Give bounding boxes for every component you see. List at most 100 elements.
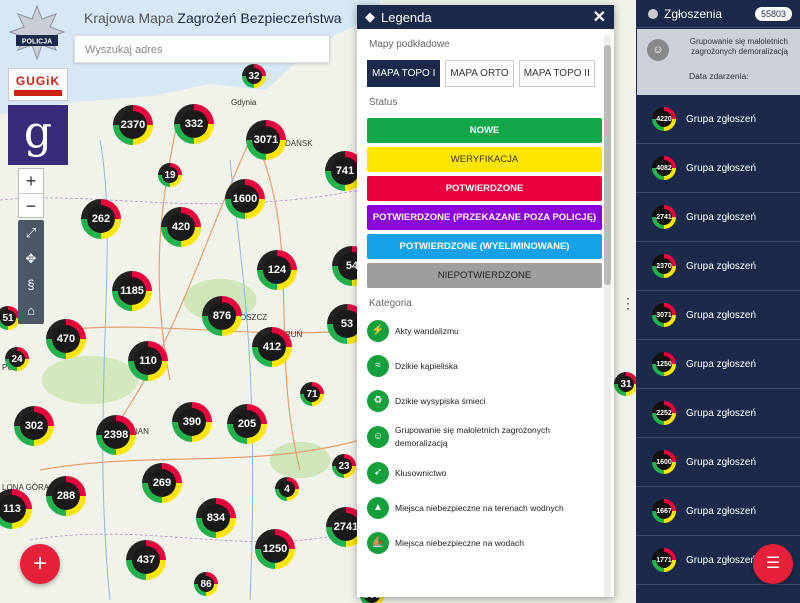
cluster-marker[interactable]: 876: [202, 296, 242, 336]
close-icon[interactable]: ✕: [593, 7, 606, 27]
gugik-logo[interactable]: GUGiK: [8, 68, 68, 101]
cluster-count: 124: [263, 256, 291, 284]
basemap-orto-button[interactable]: MAPA ORTO: [445, 60, 514, 87]
reports-count-badge: 55803: [754, 6, 792, 21]
cluster-marker[interactable]: 31: [614, 372, 638, 396]
cluster-marker[interactable]: 390: [172, 402, 212, 442]
cluster-marker[interactable]: 3071: [246, 120, 286, 160]
category-item[interactable]: ▲ Miejsca niebezpieczne na terenach wodn…: [367, 496, 602, 520]
cluster-badge-count: 2370: [656, 258, 672, 274]
selected-group-card[interactable]: ☺ Grupowanie się małoletnich zagrożonych…: [637, 29, 800, 95]
category-item[interactable]: ≈ Dzikie kąpieliska: [367, 354, 602, 378]
legend-body[interactable]: Mapy podkładowe MAPA TOPO I MAPA ORTO MA…: [357, 29, 614, 597]
category-item[interactable]: ☺ Grupowanie się małoletnich zagrożonych…: [367, 424, 602, 450]
row-label: Grupa zgłoszeń: [686, 505, 757, 517]
cluster-marker[interactable]: 205: [227, 404, 267, 444]
cluster-marker[interactable]: 437: [126, 540, 166, 580]
cluster-badge-icon: 2370: [652, 254, 676, 278]
water-danger-icon: ▲: [367, 497, 389, 519]
report-group-row[interactable]: 3071 Grupa zgłoszeń: [636, 291, 800, 340]
cluster-badge-count: 1250: [656, 356, 672, 372]
pan-icon[interactable]: ✥: [18, 246, 44, 272]
cluster-marker[interactable]: 24: [5, 347, 29, 371]
status-unconfirmed[interactable]: NIEPOTWIERDZONE: [367, 263, 602, 288]
add-report-button[interactable]: +: [20, 544, 60, 584]
cluster-marker[interactable]: 332: [174, 104, 214, 144]
cluster-marker[interactable]: 2370: [113, 105, 153, 145]
cluster-marker[interactable]: 71: [300, 382, 324, 406]
more-options-icon[interactable]: ⋮: [621, 295, 635, 312]
report-group-row[interactable]: 2252 Grupa zgłoszeń: [636, 389, 800, 438]
status-confirmed[interactable]: POTWIERDZONE: [367, 176, 602, 201]
legend-scrollbar[interactable]: [604, 35, 611, 597]
cluster-marker[interactable]: 262: [81, 199, 121, 239]
cluster-marker[interactable]: 834: [196, 498, 236, 538]
cluster-marker[interactable]: 32: [242, 64, 266, 88]
fullscreen-icon[interactable]: ⤢: [18, 220, 44, 246]
status-confirmed-transferred[interactable]: POTWIERDZONE (PRZEKAZANE POZA POLICJĘ): [367, 205, 602, 230]
collapse-icon[interactable]: [648, 8, 658, 19]
cluster-marker[interactable]: 86: [194, 572, 218, 596]
cluster-marker[interactable]: 420: [161, 207, 201, 247]
cluster-marker[interactable]: 4: [275, 477, 299, 501]
cluster-count: 741: [331, 157, 359, 185]
category-label: Miejsca niebezpieczne na terenach wodnyc…: [395, 502, 564, 513]
zoom-out-button[interactable]: −: [19, 193, 43, 217]
cluster-badge-count: 3071: [656, 307, 672, 323]
category-item[interactable]: ♻ Dzikie wysypiska śmieci: [367, 389, 602, 413]
law-paragraph-icon[interactable]: §: [18, 272, 44, 298]
report-group-row[interactable]: 1667 Grupa zgłoszeń: [636, 487, 800, 536]
category-item[interactable]: ⚡ Akty wandalizmu: [367, 319, 602, 343]
cluster-marker[interactable]: 269: [142, 463, 182, 503]
police-logo-text: POLICJA: [22, 39, 52, 46]
row-label: Grupa zgłoszeń: [686, 113, 757, 125]
city-label: OSZCZ: [240, 313, 268, 322]
status-new[interactable]: NOWE: [367, 118, 602, 143]
tags-icon[interactable]: ⌂: [18, 298, 44, 324]
cluster-marker[interactable]: 23: [332, 454, 356, 478]
zoom-in-button[interactable]: +: [19, 169, 43, 193]
cluster-marker[interactable]: 1185: [112, 271, 152, 311]
report-group-row[interactable]: 1600 Grupa zgłoszeń: [636, 438, 800, 487]
group-icon: ☺: [367, 426, 389, 448]
status-verification[interactable]: WERYFIKACJA: [367, 147, 602, 172]
cluster-marker[interactable]: 1600: [225, 179, 265, 219]
report-group-row[interactable]: 1250 Grupa zgłoszeń: [636, 340, 800, 389]
geoportal-logo[interactable]: g: [8, 105, 68, 165]
cluster-marker[interactable]: 19: [158, 163, 182, 187]
city-label: DAŃSK: [285, 139, 313, 148]
cluster-marker[interactable]: 110: [128, 341, 168, 381]
basemaps-heading: Mapy podkładowe: [369, 39, 450, 50]
report-group-row[interactable]: 4082 Grupa zgłoszeń: [636, 144, 800, 193]
gugik-logo-text: GUGiK: [15, 73, 61, 88]
legend-title: Legenda: [381, 9, 432, 25]
category-heading: Kategoria: [369, 298, 412, 309]
cluster-marker[interactable]: 470: [46, 319, 86, 359]
cluster-marker[interactable]: 2398: [96, 415, 136, 455]
basemap-topo1-button[interactable]: MAPA TOPO I: [367, 60, 441, 87]
category-label: Dzikie kąpieliska: [395, 360, 458, 371]
legend-scrollbar-thumb[interactable]: [604, 45, 611, 285]
row-label: Grupa zgłoszeń: [686, 309, 757, 321]
report-group-row[interactable]: 2741 Grupa zgłoszeń: [636, 193, 800, 242]
status-confirmed-eliminated[interactable]: POTWIERDZONE (WYELIMINOWANE): [367, 234, 602, 259]
filter-button[interactable]: ☰: [753, 544, 793, 584]
cluster-count: 31: [618, 376, 634, 392]
cluster-marker[interactable]: 288: [46, 476, 86, 516]
report-group-row[interactable]: 2370 Grupa zgłoszeń: [636, 242, 800, 291]
basemap-topo2-button[interactable]: MAPA TOPO II: [518, 60, 595, 87]
report-group-row[interactable]: 4220 Grupa zgłoszeń: [636, 95, 800, 144]
cluster-marker[interactable]: 412: [252, 327, 292, 367]
cluster-badge-count: 1600: [656, 454, 672, 470]
cluster-marker[interactable]: 1250: [255, 529, 295, 569]
status-heading: Status: [369, 97, 398, 108]
vandalism-icon: ⚡: [367, 320, 389, 342]
cluster-count: 2398: [102, 421, 130, 449]
cluster-marker[interactable]: 302: [14, 406, 54, 446]
category-item[interactable]: ➶ Kłusownictwo: [367, 461, 602, 485]
gugik-logo-bar: [14, 89, 62, 96]
category-item[interactable]: ⛵ Miejsca niebezpieczne na wodach: [367, 531, 602, 555]
cluster-marker[interactable]: 124: [257, 250, 297, 290]
search-input[interactable]: Wyszukaj adres: [74, 35, 330, 63]
cluster-badge-count: 1771: [656, 552, 672, 568]
